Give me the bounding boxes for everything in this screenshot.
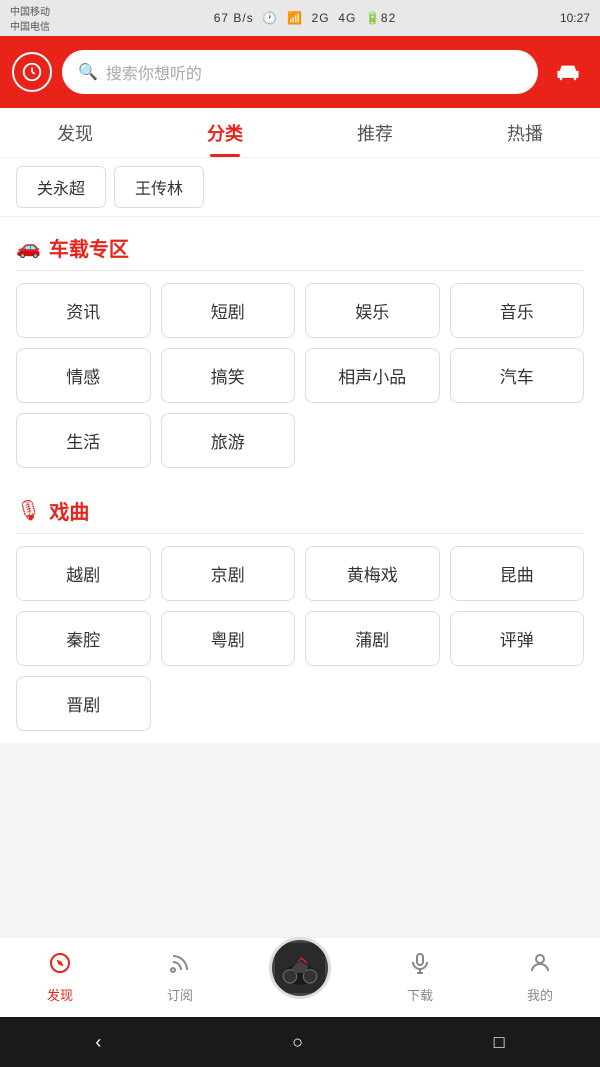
clock-icon[interactable] [12,52,52,92]
tag-zixun[interactable]: 资讯 [16,283,151,338]
tag-yule[interactable]: 娱乐 [305,283,440,338]
bottom-nav: 发现 订阅 [0,937,600,1017]
rss-icon [168,951,192,981]
app-header: 🔍 搜索你想听的 [0,36,600,108]
nav-subscribe[interactable]: 订阅 [120,938,240,1017]
car-zone-title: 车载专区 [49,233,129,262]
tag-yueju2[interactable]: 粤剧 [161,611,296,666]
tag-qinggan[interactable]: 情感 [16,348,151,403]
carrier-info: 中国移动 中国电信 [10,3,50,33]
tab-hot[interactable]: 热播 [450,108,600,157]
tag-wang-chuanlin[interactable]: 王传林 [114,166,204,208]
tag-yinyue[interactable]: 音乐 [450,283,585,338]
opera-grid: 越剧 京剧 黄梅戏 昆曲 秦腔 粤剧 蒲剧 评弹 晋剧 [0,534,600,743]
tag-duanju[interactable]: 短剧 [161,283,296,338]
tag-qinqiang[interactable]: 秦腔 [16,611,151,666]
network-status: 67 B/s 🕐 📶 2G 4G 🔋82 [214,11,397,25]
prev-tags-row: 关永超 王传林 [0,158,600,217]
tag-shenghuo[interactable]: 生活 [16,413,151,468]
home-button[interactable]: ○ [292,1032,303,1053]
nav-discover[interactable]: 发现 [0,938,120,1017]
search-bar[interactable]: 🔍 搜索你想听的 [62,50,538,94]
mic-icon [408,951,432,981]
tag-huangmeixi[interactable]: 黄梅戏 [305,546,440,601]
nav-mine-label: 我的 [527,985,553,1004]
tag-guan-yongchao[interactable]: 关永超 [16,166,106,208]
car-zone-icon: 🚗 [16,235,41,260]
person-icon [528,951,552,981]
tag-yueju[interactable]: 越剧 [16,546,151,601]
tag-kunqu[interactable]: 昆曲 [450,546,585,601]
section-opera: 🎙 戏曲 越剧 京剧 黄梅戏 昆曲 秦腔 粤剧 蒲剧 评弹 晋剧 [0,480,600,743]
nav-download[interactable]: 下载 [360,938,480,1017]
tag-jinju[interactable]: 晋剧 [16,676,151,731]
main-content: 关永超 王传林 🚗 车载专区 资讯 短剧 娱乐 音乐 情感 搞笑 相声小品 汽车… [0,158,600,743]
search-placeholder: 搜索你想听的 [106,60,202,84]
car-icon[interactable] [548,52,588,92]
nav-subscribe-label: 订阅 [167,985,193,1004]
back-button[interactable]: ‹ [95,1032,101,1053]
search-icon: 🔍 [78,62,98,82]
opera-header: 🎙 戏曲 [0,480,600,533]
car-zone-grid: 资讯 短剧 娱乐 音乐 情感 搞笑 相声小品 汽车 生活 旅游 [0,271,600,480]
opera-icon: 🎙 [16,498,41,523]
section-car-zone: 🚗 车载专区 资讯 短剧 娱乐 音乐 情感 搞笑 相声小品 汽车 生活 旅游 [0,217,600,480]
time-display: 10:27 [560,11,590,25]
compass-icon [48,951,72,981]
album-art [269,937,331,999]
system-nav-bar: ‹ ○ □ [0,1017,600,1067]
tag-puju[interactable]: 蒲剧 [305,611,440,666]
tag-gaoxiao[interactable]: 搞笑 [161,348,296,403]
car-zone-header: 🚗 车载专区 [0,217,600,270]
opera-title: 戏曲 [49,496,89,525]
tab-recommend[interactable]: 推荐 [300,108,450,157]
tag-jingju[interactable]: 京剧 [161,546,296,601]
tag-xiangsheng[interactable]: 相声小品 [305,348,440,403]
tag-pingtan[interactable]: 评弹 [450,611,585,666]
nav-mine[interactable]: 我的 [480,938,600,1017]
nav-discover-label: 发现 [47,985,73,1004]
tab-category[interactable]: 分类 [150,108,300,157]
tag-qiche[interactable]: 汽车 [450,348,585,403]
tab-discover[interactable]: 发现 [0,108,150,157]
nav-tabs: 发现 分类 推荐 热播 [0,108,600,158]
status-bar: 中国移动 中国电信 67 B/s 🕐 📶 2G 4G 🔋82 10:27 [0,0,600,36]
recent-button[interactable]: □ [494,1032,505,1053]
tag-lvyou[interactable]: 旅游 [161,413,296,468]
nav-download-label: 下载 [407,985,433,1004]
nav-album[interactable] [240,957,360,999]
